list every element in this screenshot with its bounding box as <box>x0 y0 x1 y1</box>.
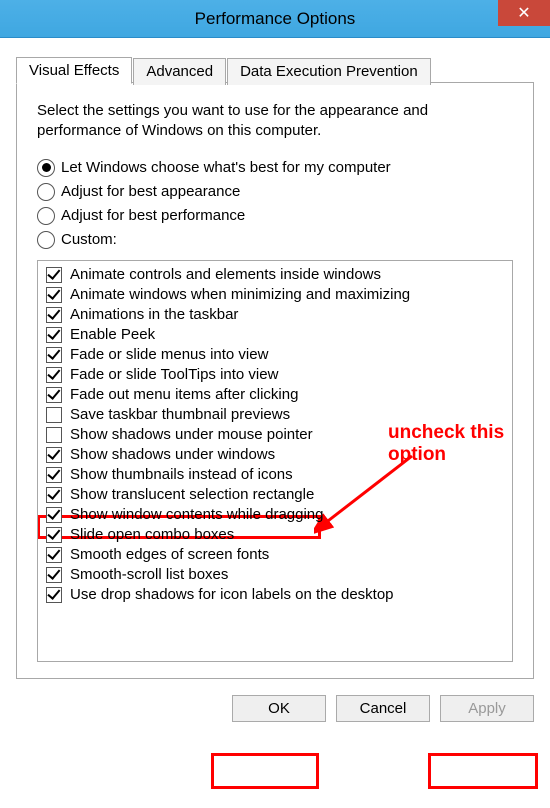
checkbox-label: Show translucent selection rectangle <box>70 486 314 503</box>
radio-label: Custom: <box>61 231 117 248</box>
radio-icon <box>37 207 55 225</box>
apply-button[interactable]: Apply <box>440 695 534 722</box>
checkbox-row[interactable]: Use drop shadows for icon labels on the … <box>42 585 512 605</box>
effects-listbox[interactable]: Animate controls and elements inside win… <box>37 260 513 662</box>
checkbox-icon <box>46 467 62 483</box>
checkbox-icon <box>46 487 62 503</box>
radio-group: Let Windows choose what's best for my co… <box>37 156 513 252</box>
checkbox-icon <box>46 267 62 283</box>
cancel-button[interactable]: Cancel <box>336 695 430 722</box>
close-icon: ✕ <box>517 3 530 23</box>
radio-icon <box>37 231 55 249</box>
checkbox-row[interactable]: Save taskbar thumbnail previews <box>42 405 512 425</box>
checkbox-icon <box>46 547 62 563</box>
checkbox-label: Enable Peek <box>70 326 155 343</box>
tab-advanced[interactable]: Advanced <box>133 58 226 85</box>
radio-best-appearance[interactable]: Adjust for best appearance <box>37 180 513 204</box>
checkbox-label: Smooth-scroll list boxes <box>70 566 228 583</box>
checkbox-row[interactable]: Smooth edges of screen fonts <box>42 545 512 565</box>
checkbox-icon <box>46 527 62 543</box>
annotation-highlight-apply <box>428 753 538 789</box>
radio-custom[interactable]: Custom: <box>37 228 513 252</box>
checkbox-icon <box>46 387 62 403</box>
checkbox-row[interactable]: Show shadows under windows <box>42 445 512 465</box>
checkbox-icon <box>46 367 62 383</box>
checkbox-row[interactable]: Smooth-scroll list boxes <box>42 565 512 585</box>
close-button[interactable]: ✕ <box>498 0 550 26</box>
checkbox-label: Fade out menu items after clicking <box>70 386 298 403</box>
checkbox-icon <box>46 287 62 303</box>
checkbox-row[interactable]: Fade out menu items after clicking <box>42 385 512 405</box>
checkbox-label: Animate windows when minimizing and maxi… <box>70 286 410 303</box>
annotation-highlight-ok <box>211 753 319 789</box>
checkbox-row[interactable]: Slide open combo boxes <box>42 525 512 545</box>
checkbox-row[interactable]: Show window contents while dragging <box>42 505 512 525</box>
checkbox-label: Fade or slide ToolTips into view <box>70 366 278 383</box>
checkbox-label: Slide open combo boxes <box>70 526 234 543</box>
checkbox-icon <box>46 507 62 523</box>
radio-auto[interactable]: Let Windows choose what's best for my co… <box>37 156 513 180</box>
checkbox-label: Save taskbar thumbnail previews <box>70 406 290 423</box>
checkbox-label: Show shadows under mouse pointer <box>70 426 313 443</box>
radio-best-performance[interactable]: Adjust for best performance <box>37 204 513 228</box>
checkbox-icon <box>46 307 62 323</box>
checkbox-row[interactable]: Show shadows under mouse pointer <box>42 425 512 445</box>
checkbox-icon <box>46 427 62 443</box>
checkbox-icon <box>46 587 62 603</box>
checkbox-label: Fade or slide menus into view <box>70 346 268 363</box>
tab-dep[interactable]: Data Execution Prevention <box>227 58 431 85</box>
checkbox-icon <box>46 327 62 343</box>
radio-label: Adjust for best performance <box>61 207 245 224</box>
button-bar: OK Cancel Apply <box>0 679 550 738</box>
checkbox-icon <box>46 407 62 423</box>
checkbox-row[interactable]: Animations in the taskbar <box>42 305 512 325</box>
description-text: Select the settings you want to use for … <box>37 101 513 142</box>
window-title: Performance Options <box>195 9 356 29</box>
checkbox-icon <box>46 447 62 463</box>
checkbox-icon <box>46 567 62 583</box>
ok-button[interactable]: OK <box>232 695 326 722</box>
checkbox-label: Animations in the taskbar <box>70 306 238 323</box>
checkbox-label: Use drop shadows for icon labels on the … <box>70 586 394 603</box>
checkbox-label: Show shadows under windows <box>70 446 275 463</box>
title-bar: Performance Options ✕ <box>0 0 550 38</box>
tab-visual-effects[interactable]: Visual Effects <box>16 57 132 84</box>
radio-icon <box>37 183 55 201</box>
checkbox-row[interactable]: Fade or slide ToolTips into view <box>42 365 512 385</box>
checkbox-row[interactable]: Animate windows when minimizing and maxi… <box>42 285 512 305</box>
radio-icon <box>37 159 55 177</box>
checkbox-label: Animate controls and elements inside win… <box>70 266 381 283</box>
checkbox-icon <box>46 347 62 363</box>
checkbox-row[interactable]: Show translucent selection rectangle <box>42 485 512 505</box>
checkbox-row[interactable]: Show thumbnails instead of icons <box>42 465 512 485</box>
checkbox-label: Smooth edges of screen fonts <box>70 546 269 563</box>
checkbox-label: Show thumbnails instead of icons <box>70 466 293 483</box>
checkbox-row[interactable]: Enable Peek <box>42 325 512 345</box>
radio-label: Let Windows choose what's best for my co… <box>61 159 391 176</box>
tab-pane: Select the settings you want to use for … <box>16 82 534 679</box>
checkbox-row[interactable]: Fade or slide menus into view <box>42 345 512 365</box>
tab-strip: Visual Effects Advanced Data Execution P… <box>16 56 534 83</box>
checkbox-row[interactable]: Animate controls and elements inside win… <box>42 265 512 285</box>
checkbox-label: Show window contents while dragging <box>70 506 323 523</box>
radio-label: Adjust for best appearance <box>61 183 240 200</box>
